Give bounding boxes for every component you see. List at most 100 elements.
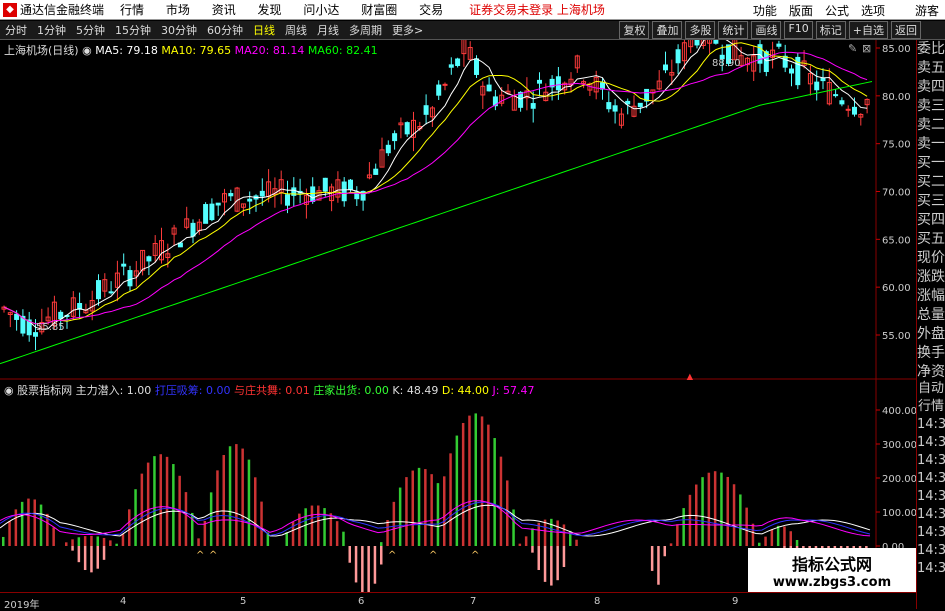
period-more[interactable]: 更多>	[387, 22, 428, 38]
negative-bar	[531, 546, 534, 553]
sidebar-item[interactable]: 涨跌	[917, 268, 945, 287]
menu-item-layout[interactable]: 版面	[789, 2, 813, 19]
candle-body	[404, 122, 410, 135]
sidebar-item[interactable]: 买三	[917, 192, 945, 211]
sidebar2-item: 14:31	[917, 561, 945, 576]
candle-body	[663, 64, 668, 71]
statistics-button[interactable]: 统计	[718, 21, 749, 39]
sub-tick-label: 200.00	[882, 474, 916, 485]
period-daily[interactable]: 日线	[248, 22, 280, 38]
candle-body	[259, 190, 265, 197]
main-legend: 上海机场(日线) ◉ MA5: 79.18 MA10: 79.65 MA20: …	[4, 42, 378, 58]
indicator-bar	[417, 467, 421, 546]
period-60min[interactable]: 60分钟	[202, 22, 248, 38]
indicator-bar	[480, 416, 484, 546]
sidebar2-item[interactable]: 自动	[917, 380, 945, 398]
negative-bar	[550, 546, 553, 586]
menu-item-news[interactable]: 资讯	[212, 3, 236, 17]
indicator-bar	[8, 521, 11, 546]
settings-icon[interactable]: ✎	[848, 42, 857, 55]
price-chart[interactable]: ▲ 85.00 80.00 75.00 70.00 65.00 60.00 55.00 88…	[0, 40, 916, 380]
menu-item-discover[interactable]: 发现	[258, 3, 282, 17]
sidebar-item[interactable]: 卖四	[917, 78, 945, 97]
k-value: K: 48.49	[392, 384, 439, 397]
period-30min[interactable]: 30分钟	[156, 22, 202, 38]
period-monthly[interactable]: 月线	[312, 22, 344, 38]
menu-item-market[interactable]: 市场	[166, 3, 190, 17]
candle-body	[448, 64, 454, 68]
sidebar-item[interactable]: 卖三	[917, 97, 945, 116]
menu-item-wealth[interactable]: 财富圈	[361, 3, 397, 17]
adjust-button[interactable]: 复权	[619, 21, 650, 39]
add-watchlist-button[interactable]: +自选	[848, 21, 888, 39]
sidebar-item[interactable]: 买四	[917, 211, 945, 230]
sidebar-item[interactable]: 卖二	[917, 116, 945, 135]
candle-body	[814, 81, 820, 91]
sidebar-item[interactable]: 总量	[917, 306, 945, 325]
candle-body	[423, 105, 429, 115]
indicator-bar	[707, 472, 711, 546]
sidebar-item[interactable]: 现价	[917, 249, 945, 268]
mark-button[interactable]: 标记	[815, 21, 846, 39]
sidebar2-item: 14:30	[917, 471, 945, 486]
indicator-bar	[575, 539, 578, 546]
period-15min[interactable]: 15分钟	[110, 22, 156, 38]
menu-item-trade[interactable]: 交易	[419, 3, 443, 17]
sidebar-item[interactable]: 委比	[917, 40, 945, 59]
negative-bar	[556, 546, 559, 581]
signal-marker-icon: ^	[388, 550, 396, 561]
sidebar-item[interactable]: 买二	[917, 173, 945, 192]
draw-line-button[interactable]: 画线	[751, 21, 782, 39]
indicator-bar	[254, 477, 257, 546]
sub-tick-label: 300.00	[882, 440, 916, 451]
candle-body	[694, 40, 700, 46]
candle-body	[776, 43, 782, 47]
indicator-bar	[713, 471, 717, 546]
menu-item-quotes[interactable]: 行情	[120, 3, 144, 17]
menu-item-formula[interactable]: 公式	[825, 2, 849, 19]
login-notice: 证券交易未登录 上海机场	[469, 3, 605, 17]
indicator-bar	[310, 505, 314, 546]
guest-button[interactable]: 游客	[915, 2, 939, 19]
close-icon[interactable]: ⊠	[862, 42, 871, 55]
title-right-menu: 功能 版面 公式 选项 游客	[741, 2, 939, 19]
overlay-button[interactable]: 叠加	[652, 21, 683, 39]
candle-body	[763, 51, 769, 72]
indicator-bar	[739, 494, 742, 546]
suppress-value: 打压吸筹: 0.00	[154, 384, 231, 397]
sidebar-item[interactable]: 外盘	[917, 325, 945, 344]
collapse-icon[interactable]: ◉	[82, 44, 92, 57]
negative-bar	[373, 546, 377, 584]
period-multi[interactable]: 多周期	[344, 22, 387, 38]
sidebar-item[interactable]: 买一	[917, 154, 945, 173]
period-weekly[interactable]: 周线	[280, 22, 312, 38]
multi-stock-button[interactable]: 多股	[685, 21, 716, 39]
back-button[interactable]: 返回	[891, 21, 921, 39]
sidebar-item[interactable]: 卖一	[917, 135, 945, 154]
indicator-bar	[65, 542, 68, 546]
candle-body	[96, 280, 101, 300]
indicator-bar	[386, 520, 389, 546]
sidebar-item[interactable]: 涨幅	[917, 287, 945, 306]
sidebar-item[interactable]: 买五	[917, 230, 945, 249]
period-tick[interactable]: 分时	[0, 22, 32, 38]
indicator-bar	[39, 504, 43, 546]
sidebar2-item[interactable]: 行情	[917, 398, 945, 416]
candle-body	[713, 40, 719, 44]
menu-item-function[interactable]: 功能	[753, 2, 777, 19]
period-1min[interactable]: 1分钟	[32, 22, 71, 38]
candle-body	[537, 79, 542, 84]
f10-button[interactable]: F10	[784, 21, 813, 39]
price-tick-label: 55.00	[882, 331, 911, 342]
menu-item-options[interactable]: 选项	[861, 2, 885, 19]
signal-marker-icon: ^	[209, 550, 217, 561]
indicator-collapse-icon[interactable]: ◉	[4, 384, 14, 397]
period-5min[interactable]: 5分钟	[71, 22, 110, 38]
sidebar-item[interactable]: 卖五	[917, 59, 945, 78]
indicator-bar	[430, 474, 433, 546]
menu-item-ask[interactable]: 问小达	[303, 3, 339, 17]
indicator-bar	[676, 524, 679, 546]
ma10-value: MA10: 79.65	[161, 44, 232, 57]
sidebar-item[interactable]: 换手	[917, 344, 945, 363]
candle-body	[675, 49, 681, 64]
